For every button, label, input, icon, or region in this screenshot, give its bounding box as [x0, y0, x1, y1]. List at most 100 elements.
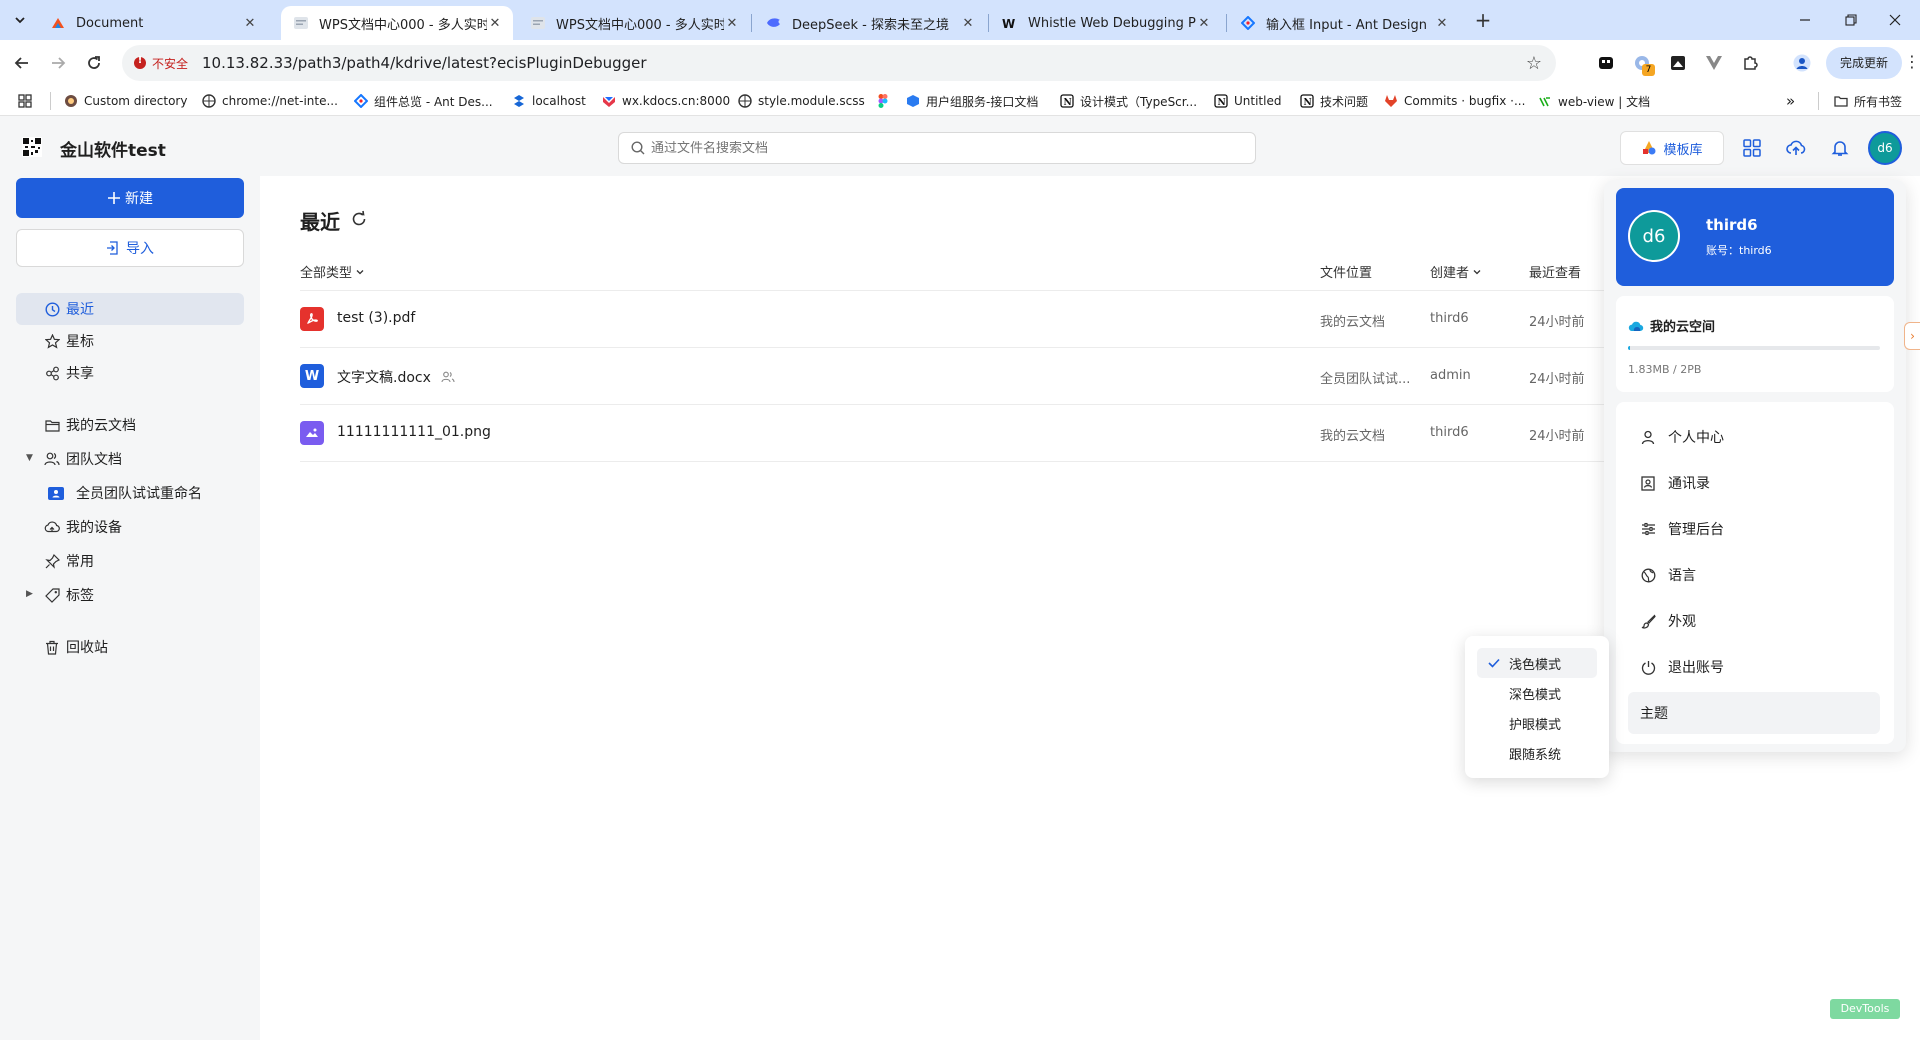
menu-item-appearance[interactable]: 外观: [1628, 600, 1880, 642]
forward-button[interactable]: [46, 51, 70, 75]
notifications-button[interactable]: [1828, 136, 1852, 160]
globe-icon: [738, 94, 752, 108]
theme-option-eye-care[interactable]: 护眼模式: [1477, 708, 1597, 738]
minimize-button[interactable]: [1790, 8, 1820, 32]
browser-tab-whistle[interactable]: W Whistle Web Debugging Pro ✕: [990, 6, 1222, 40]
sidebar-item-my-devices[interactable]: 我的设备: [16, 511, 244, 543]
not-secure-indicator[interactable]: 不安全: [134, 55, 188, 72]
browser-tab-wps-active[interactable]: WPS文档中心000 - 多人实时协 ✕: [281, 6, 513, 40]
theme-option-dark[interactable]: 深色模式: [1477, 678, 1597, 708]
menu-item-admin[interactable]: 管理后台: [1628, 508, 1880, 550]
sidebar-item-starred[interactable]: 星标: [16, 325, 244, 357]
apps-button[interactable]: [1740, 136, 1764, 160]
search-input[interactable]: [651, 140, 1255, 156]
caret-right-icon[interactable]: ▶: [26, 589, 33, 599]
bookmark-tech-issues[interactable]: N 技术问题: [1300, 92, 1368, 110]
browser-tab-antdesign[interactable]: 输入框 Input - Ant Design ✕: [1228, 6, 1460, 40]
bookmark-web-view[interactable]: web-view | 文档: [1538, 92, 1650, 110]
sidebar-item-recent[interactable]: 最近: [16, 293, 244, 325]
reload-button[interactable]: [82, 51, 106, 75]
close-tab-icon[interactable]: ✕: [1196, 15, 1212, 31]
url-text[interactable]: 10.13.82.33/path3/path4/kdrive/latest?ec…: [202, 54, 647, 72]
apps-grid-icon[interactable]: [18, 92, 32, 110]
user-avatar-button[interactable]: d6: [1868, 131, 1902, 165]
back-button[interactable]: [10, 51, 34, 75]
file-search-box[interactable]: [618, 132, 1256, 164]
menu-item-language[interactable]: 语言: [1628, 554, 1880, 596]
brush-icon: [1640, 613, 1656, 629]
theme-option-light[interactable]: 浅色模式: [1477, 648, 1597, 678]
cloud-upload-icon: [1786, 140, 1806, 155]
menu-item-theme[interactable]: 主题: [1628, 692, 1880, 734]
browser-tab-document[interactable]: Document ✕: [38, 6, 268, 40]
game-controller-icon: [1599, 57, 1613, 69]
theme-option-system[interactable]: 跟随系统: [1477, 738, 1597, 768]
sidebar-item-team-docs[interactable]: ▼ 团队文档: [16, 443, 244, 475]
new-tab-button[interactable]: +: [1472, 10, 1494, 32]
file-name[interactable]: 文字文稿.docx: [337, 367, 455, 387]
new-document-button[interactable]: 新建: [16, 178, 244, 218]
sidebar-item-tags[interactable]: ▶ 标签: [16, 579, 244, 611]
close-tab-icon[interactable]: ✕: [1434, 15, 1450, 31]
profile-button[interactable]: [1792, 53, 1812, 73]
sidebar-item-shared[interactable]: 共享: [16, 357, 244, 389]
storage-progress-fill: [1628, 346, 1631, 350]
bookmark-localhost[interactable]: localhost: [512, 92, 586, 110]
extension-button-3[interactable]: [1668, 53, 1688, 73]
import-button[interactable]: 导入: [16, 229, 244, 267]
close-tab-icon[interactable]: ✕: [242, 15, 258, 31]
address-bar[interactable]: 不安全 10.13.82.33/path3/path4/kdrive/lates…: [122, 45, 1556, 81]
bookmark-kdocs[interactable]: wx.kdocs.cn:8000: [602, 92, 730, 110]
sidebar-item-my-cloud-docs[interactable]: 我的云文档: [16, 409, 244, 441]
bookmarks-overflow-button[interactable]: »: [1786, 92, 1795, 110]
caret-down-icon[interactable]: ▼: [26, 453, 33, 463]
arrow-left-icon: [14, 57, 28, 69]
word-file-icon: W: [300, 364, 324, 388]
menu-item-logout[interactable]: 退出账号: [1628, 646, 1880, 688]
devtools-badge[interactable]: DevTools: [1830, 999, 1900, 1019]
close-tab-icon[interactable]: ✕: [487, 15, 503, 31]
bookmark-style-module[interactable]: style.module.scss: [738, 92, 865, 110]
page-title: 最近: [300, 210, 340, 234]
sidebar-item-trash[interactable]: 回收站: [16, 631, 244, 663]
extension-button-4[interactable]: [1704, 53, 1724, 73]
bookmark-star-icon[interactable]: ☆: [1526, 53, 1542, 74]
bookmark-ant-design[interactable]: 组件总览 - Ant Des...: [354, 92, 493, 110]
sidebar-item-frequent[interactable]: 常用: [16, 545, 244, 577]
refresh-icon[interactable]: [350, 210, 368, 228]
ant-design-favicon-icon: [1240, 15, 1256, 31]
bookmark-figma[interactable]: [876, 92, 896, 110]
bookmark-untitled[interactable]: N Untitled: [1214, 92, 1281, 110]
bookmark-commits[interactable]: Commits · bugfix ·...: [1384, 92, 1525, 110]
close-window-button[interactable]: [1880, 8, 1910, 32]
close-tab-icon[interactable]: ✕: [724, 15, 740, 31]
browser-menu-icon[interactable]: ⋮: [1904, 52, 1920, 71]
bookmark-design-patterns[interactable]: N 设计模式（TypeScr...: [1060, 92, 1197, 110]
file-name[interactable]: 11111111111_01.png: [337, 424, 491, 440]
bookmark-user-group-api[interactable]: 用户组服务-接口文档: [906, 92, 1038, 110]
svg-text:N: N: [1218, 98, 1226, 108]
close-tab-icon[interactable]: ✕: [960, 15, 976, 31]
cloud-space-card[interactable]: 我的云空间 1.83MB / 2PB: [1616, 296, 1894, 392]
share-icon: [44, 365, 60, 381]
file-name[interactable]: test (3).pdf: [337, 310, 415, 326]
menu-item-personal-center[interactable]: 个人中心: [1628, 416, 1880, 458]
tab-search-button[interactable]: [8, 8, 32, 32]
type-filter-dropdown[interactable]: 全部类型: [300, 262, 365, 281]
finish-update-button[interactable]: 完成更新: [1826, 47, 1902, 79]
creator-filter-dropdown[interactable]: 创建者: [1430, 262, 1482, 281]
side-collapse-tab[interactable]: ›: [1904, 322, 1920, 350]
bookmark-chrome-net[interactable]: chrome://net-inte...: [202, 92, 338, 110]
menu-item-contacts[interactable]: 通讯录: [1628, 462, 1880, 504]
browser-tab-wps[interactable]: WPS文档中心000 - 多人实时协 ✕: [518, 6, 750, 40]
upload-button[interactable]: [1784, 136, 1808, 160]
template-library-button[interactable]: 模板库: [1620, 131, 1724, 165]
star-icon: [44, 333, 60, 349]
browser-tab-deepseek[interactable]: DeepSeek - 探索未至之境 ✕: [754, 6, 986, 40]
extension-button-1[interactable]: [1596, 53, 1616, 73]
restore-button[interactable]: [1836, 8, 1866, 32]
all-bookmarks-folder[interactable]: 所有书签: [1834, 92, 1902, 110]
bookmark-custom-directory[interactable]: Custom directory: [64, 92, 187, 110]
sidebar-item-team-rename[interactable]: 全员团队试试重命名: [16, 477, 244, 509]
extensions-menu-button[interactable]: [1740, 53, 1760, 73]
